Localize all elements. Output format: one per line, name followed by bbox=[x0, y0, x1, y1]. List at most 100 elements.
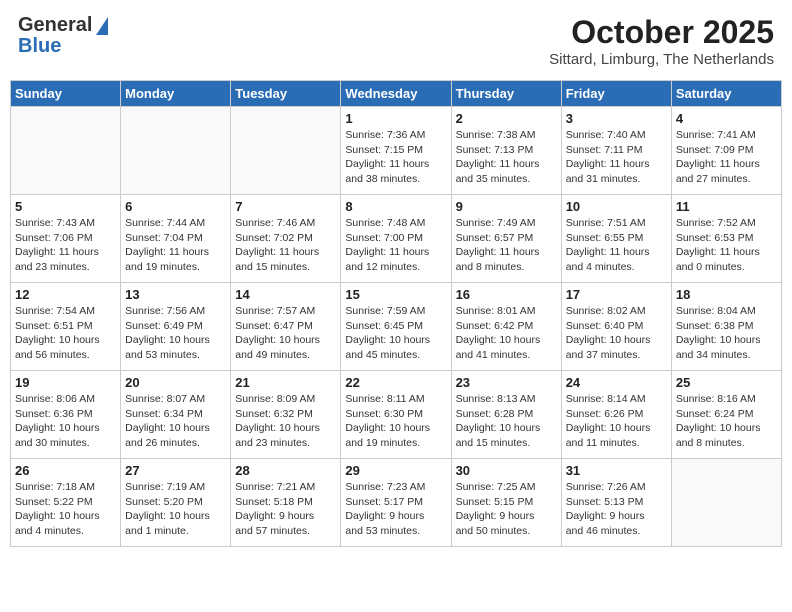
calendar-cell: 16 Sunrise: 8:01 AMSunset: 6:42 PMDayligh… bbox=[451, 283, 561, 371]
calendar-cell bbox=[121, 107, 231, 195]
month-title: October 2025 bbox=[549, 14, 774, 51]
calendar-cell: 18Sunrise: 8:04 AMSunset: 6:38 PMDayligh… bbox=[671, 283, 781, 371]
day-info: Sunrise: 7:25 AMSunset: 5:15 PMDaylight:… bbox=[456, 480, 557, 539]
calendar-cell: 21 Sunrise: 8:09 AMSunset: 6:32 PMDayligh… bbox=[231, 371, 341, 459]
day-number: 29 bbox=[345, 463, 446, 478]
day-number: 30 bbox=[456, 463, 557, 478]
day-number: 6 bbox=[125, 199, 226, 214]
day-info: Sunrise: 7:49 AMSunset: 6:57 PMDaylight:… bbox=[456, 216, 557, 275]
day-number: 13 bbox=[125, 287, 226, 302]
week-row-4: 19 Sunrise: 8:06 AMSunset: 6:36 PMDayligh… bbox=[11, 371, 782, 459]
day-number: 3 bbox=[566, 111, 667, 126]
day-number: 11 bbox=[676, 199, 777, 214]
weekday-header-monday: Monday bbox=[121, 81, 231, 107]
day-info: Sunrise: 7:41 AMSunset: 7:09 PMDaylight:… bbox=[676, 128, 777, 187]
calendar-cell: 4 Sunrise: 7:41 AMSunset: 7:09 PMDaylight… bbox=[671, 107, 781, 195]
day-info: Sunrise: 7:38 AMSunset: 7:13 PMDaylight:… bbox=[456, 128, 557, 187]
calendar-table: SundayMondayTuesdayWednesdayThursdayFrid… bbox=[10, 80, 782, 547]
calendar-cell: 23Sunrise: 8:13 AMSunset: 6:28 PMDayligh… bbox=[451, 371, 561, 459]
day-info: Sunrise: 7:59 AMSunset: 6:45 PMDaylight:… bbox=[345, 304, 446, 363]
title-block: October 2025 Sittard, Limburg, The Nethe… bbox=[549, 14, 774, 68]
day-info: Sunrise: 7:40 AMSunset: 7:11 PMDaylight:… bbox=[566, 128, 667, 187]
calendar-cell: 24Sunrise: 8:14 AMSunset: 6:26 PMDayligh… bbox=[561, 371, 671, 459]
day-number: 1 bbox=[345, 111, 446, 126]
calendar-cell: 13 Sunrise: 7:56 AMSunset: 6:49 PMDayligh… bbox=[121, 283, 231, 371]
day-number: 31 bbox=[566, 463, 667, 478]
day-info: Sunrise: 7:56 AMSunset: 6:49 PMDaylight:… bbox=[125, 304, 226, 363]
page-header: General Blue October 2025 Sittard, Limbu… bbox=[10, 10, 782, 72]
calendar-cell: 28 Sunrise: 7:21 AMSunset: 5:18 PMDayligh… bbox=[231, 459, 341, 547]
day-info: Sunrise: 8:09 AMSunset: 6:32 PMDaylight:… bbox=[235, 392, 336, 451]
calendar-cell: 9Sunrise: 7:49 AMSunset: 6:57 PMDaylight… bbox=[451, 195, 561, 283]
day-info: Sunrise: 7:36 AMSunset: 7:15 PMDaylight:… bbox=[345, 128, 446, 187]
weekday-header-friday: Friday bbox=[561, 81, 671, 107]
day-number: 8 bbox=[345, 199, 446, 214]
day-info: Sunrise: 8:01 AMSunset: 6:42 PMDaylight:… bbox=[456, 304, 557, 363]
day-info: Sunrise: 8:07 AMSunset: 6:34 PMDaylight:… bbox=[125, 392, 226, 451]
calendar-cell bbox=[671, 459, 781, 547]
day-info: Sunrise: 7:44 AMSunset: 7:04 PMDaylight:… bbox=[125, 216, 226, 275]
day-number: 15 bbox=[345, 287, 446, 302]
calendar-cell bbox=[11, 107, 121, 195]
day-number: 21 bbox=[235, 375, 336, 390]
day-info: Sunrise: 7:46 AMSunset: 7:02 PMDaylight:… bbox=[235, 216, 336, 275]
day-number: 22 bbox=[345, 375, 446, 390]
day-number: 24 bbox=[566, 375, 667, 390]
day-info: Sunrise: 8:06 AMSunset: 6:36 PMDaylight:… bbox=[15, 392, 116, 451]
week-row-1: 1 Sunrise: 7:36 AMSunset: 7:15 PMDaylight… bbox=[11, 107, 782, 195]
week-row-3: 12 Sunrise: 7:54 AMSunset: 6:51 PMDayligh… bbox=[11, 283, 782, 371]
day-number: 25 bbox=[676, 375, 777, 390]
day-info: Sunrise: 7:23 AMSunset: 5:17 PMDaylight:… bbox=[345, 480, 446, 539]
day-info: Sunrise: 8:11 AMSunset: 6:30 PMDaylight:… bbox=[345, 392, 446, 451]
day-number: 17 bbox=[566, 287, 667, 302]
calendar-cell: 8 Sunrise: 7:48 AMSunset: 7:00 PMDaylight… bbox=[341, 195, 451, 283]
day-info: Sunrise: 7:26 AMSunset: 5:13 PMDaylight:… bbox=[566, 480, 667, 539]
calendar-cell: 3 Sunrise: 7:40 AMSunset: 7:11 PMDaylight… bbox=[561, 107, 671, 195]
day-info: Sunrise: 7:43 AMSunset: 7:06 PMDaylight:… bbox=[15, 216, 116, 275]
day-info: Sunrise: 7:57 AMSunset: 6:47 PMDaylight:… bbox=[235, 304, 336, 363]
calendar-cell: 31 Sunrise: 7:26 AMSunset: 5:13 PMDayligh… bbox=[561, 459, 671, 547]
day-info: Sunrise: 7:48 AMSunset: 7:00 PMDaylight:… bbox=[345, 216, 446, 275]
day-info: Sunrise: 7:51 AMSunset: 6:55 PMDaylight:… bbox=[566, 216, 667, 275]
day-info: Sunrise: 7:54 AMSunset: 6:51 PMDaylight:… bbox=[15, 304, 116, 363]
day-number: 19 bbox=[15, 375, 116, 390]
week-row-5: 26Sunrise: 7:18 AMSunset: 5:22 PMDayligh… bbox=[11, 459, 782, 547]
weekday-header-tuesday: Tuesday bbox=[231, 81, 341, 107]
weekday-header-row: SundayMondayTuesdayWednesdayThursdayFrid… bbox=[11, 81, 782, 107]
day-info: Sunrise: 7:18 AMSunset: 5:22 PMDaylight:… bbox=[15, 480, 116, 539]
day-info: Sunrise: 7:19 AMSunset: 5:20 PMDaylight:… bbox=[125, 480, 226, 539]
calendar-cell: 1 Sunrise: 7:36 AMSunset: 7:15 PMDaylight… bbox=[341, 107, 451, 195]
day-number: 10 bbox=[566, 199, 667, 214]
day-number: 7 bbox=[235, 199, 336, 214]
calendar-cell: 15 Sunrise: 7:59 AMSunset: 6:45 PMDayligh… bbox=[341, 283, 451, 371]
day-number: 2 bbox=[456, 111, 557, 126]
day-number: 4 bbox=[676, 111, 777, 126]
week-row-2: 5Sunrise: 7:43 AMSunset: 7:06 PMDaylight… bbox=[11, 195, 782, 283]
day-info: Sunrise: 7:21 AMSunset: 5:18 PMDaylight:… bbox=[235, 480, 336, 539]
weekday-header-wednesday: Wednesday bbox=[341, 81, 451, 107]
weekday-header-saturday: Saturday bbox=[671, 81, 781, 107]
calendar-cell: 19 Sunrise: 8:06 AMSunset: 6:36 PMDayligh… bbox=[11, 371, 121, 459]
calendar-cell: 14 Sunrise: 7:57 AMSunset: 6:47 PMDayligh… bbox=[231, 283, 341, 371]
calendar-cell: 29 Sunrise: 7:23 AMSunset: 5:17 PMDayligh… bbox=[341, 459, 451, 547]
calendar-cell: 30 Sunrise: 7:25 AMSunset: 5:15 PMDayligh… bbox=[451, 459, 561, 547]
day-number: 16 bbox=[456, 287, 557, 302]
day-number: 27 bbox=[125, 463, 226, 478]
calendar-cell: 25Sunrise: 8:16 AMSunset: 6:24 PMDayligh… bbox=[671, 371, 781, 459]
weekday-header-thursday: Thursday bbox=[451, 81, 561, 107]
day-info: Sunrise: 8:04 AMSunset: 6:38 PMDaylight:… bbox=[676, 304, 777, 363]
weekday-header-sunday: Sunday bbox=[11, 81, 121, 107]
calendar-cell: 7 Sunrise: 7:46 AMSunset: 7:02 PMDaylight… bbox=[231, 195, 341, 283]
location: Sittard, Limburg, The Netherlands bbox=[549, 51, 774, 68]
calendar-cell: 27 Sunrise: 7:19 AMSunset: 5:20 PMDayligh… bbox=[121, 459, 231, 547]
day-number: 23 bbox=[456, 375, 557, 390]
calendar-cell: 6 Sunrise: 7:44 AMSunset: 7:04 PMDaylight… bbox=[121, 195, 231, 283]
day-number: 14 bbox=[235, 287, 336, 302]
day-number: 12 bbox=[15, 287, 116, 302]
logo-general: General bbox=[18, 14, 92, 37]
day-number: 28 bbox=[235, 463, 336, 478]
calendar-cell: 22 Sunrise: 8:11 AMSunset: 6:30 PMDayligh… bbox=[341, 371, 451, 459]
calendar-cell: 17Sunrise: 8:02 AMSunset: 6:40 PMDayligh… bbox=[561, 283, 671, 371]
calendar-cell: 5Sunrise: 7:43 AMSunset: 7:06 PMDaylight… bbox=[11, 195, 121, 283]
calendar-cell: 20Sunrise: 8:07 AMSunset: 6:34 PMDayligh… bbox=[121, 371, 231, 459]
